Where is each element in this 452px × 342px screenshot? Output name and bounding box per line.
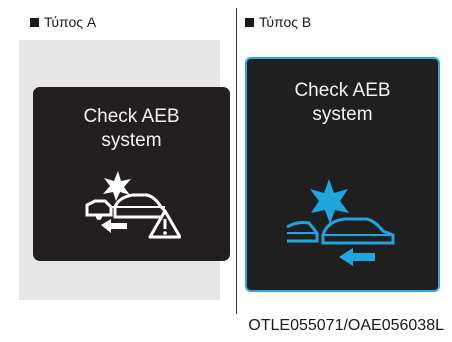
aeb-warning-icon <box>85 171 181 239</box>
warning-message-b: Check AEB system <box>247 79 438 127</box>
aeb-collision-icon <box>286 179 395 266</box>
type-a-label: Τύπος A <box>30 14 96 30</box>
message-line2: system <box>312 104 373 125</box>
display-screen-b: Check AEB system <box>245 57 440 292</box>
message-line2: system <box>101 130 162 151</box>
image-code: OTLE055071/OAE056038L <box>248 317 444 334</box>
bullet-square-icon <box>245 17 254 27</box>
type-a-label-text: Τύπος A <box>44 14 97 30</box>
message-line1: Check AEB <box>294 80 391 101</box>
divider <box>236 8 237 314</box>
message-line1: Check AEB <box>83 106 180 127</box>
warning-message-a: Check AEB system <box>33 105 230 153</box>
type-b-label: Τύπος B <box>245 14 311 30</box>
type-b-label-text: Τύπος B <box>259 14 312 30</box>
display-screen-a: Check AEB system <box>33 87 230 261</box>
bullet-square-icon <box>30 17 39 27</box>
